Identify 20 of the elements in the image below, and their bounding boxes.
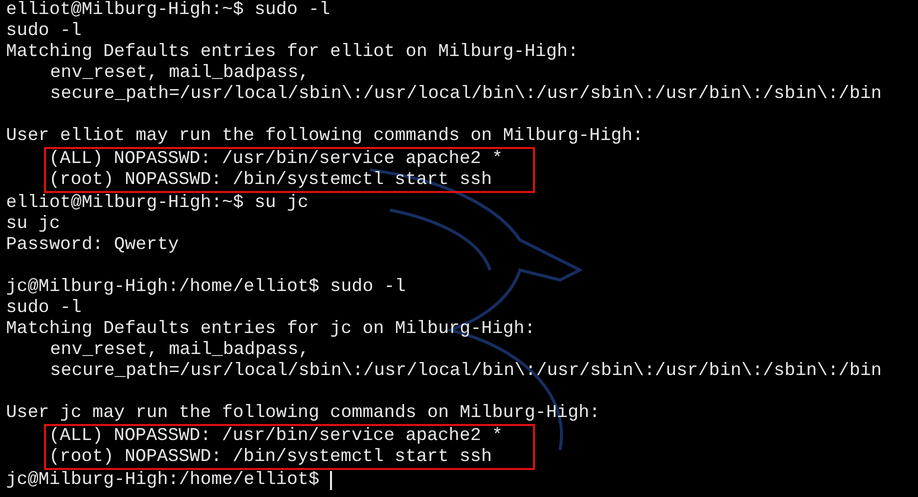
terminal-line: Matching Defaults entries for jc on Milburg-High: [6,319,536,340]
terminal-line: (root) NOPASSWD: /bin/systemctl start ssh [49,447,492,468]
terminal-line: jc@Milburg-High:/home/elliot$ [6,470,320,491]
terminal-line: (ALL) NOPASSWD: /usr/bin/service apache2 * [49,149,503,170]
terminal-line: sudo -l [6,298,82,319]
terminal-line: User elliot may run the following commands on Milburg-High: [6,126,644,147]
terminal-line: jc@Milburg-High:/home/elliot$ sudo -l [6,277,406,298]
terminal-line: elliot@Milburg-High:~$ su jc [6,193,308,214]
terminal-line: secure_path=/usr/local/sbin\:/usr/local/bin\:/usr/sbin\:/usr/bin\:/sbin\:/bin [50,361,882,382]
terminal-line: elliot@Milburg-High:~$ sudo -l [6,0,330,21]
terminal-line: env_reset, mail_badpass, [50,63,310,84]
terminal-line: (ALL) NOPASSWD: /usr/bin/service apache2 * [49,426,503,447]
terminal-line: (root) NOPASSWD: /bin/systemctl start ssh [49,170,492,191]
terminal-line: Password: Qwerty [6,235,179,256]
terminal-line: env_reset, mail_badpass, [50,340,310,361]
terminal-line: sudo -l [6,21,82,42]
terminal-line: secure_path=/usr/local/sbin\:/usr/local/bin\:/usr/sbin\:/usr/bin\:/sbin\:/bin [50,84,882,105]
terminal-line: Matching Defaults entries for elliot on Milburg-High: [6,42,578,63]
terminal-line: su jc [6,214,60,235]
terminal-line: User jc may run the following commands on Milburg-High: [6,403,600,424]
